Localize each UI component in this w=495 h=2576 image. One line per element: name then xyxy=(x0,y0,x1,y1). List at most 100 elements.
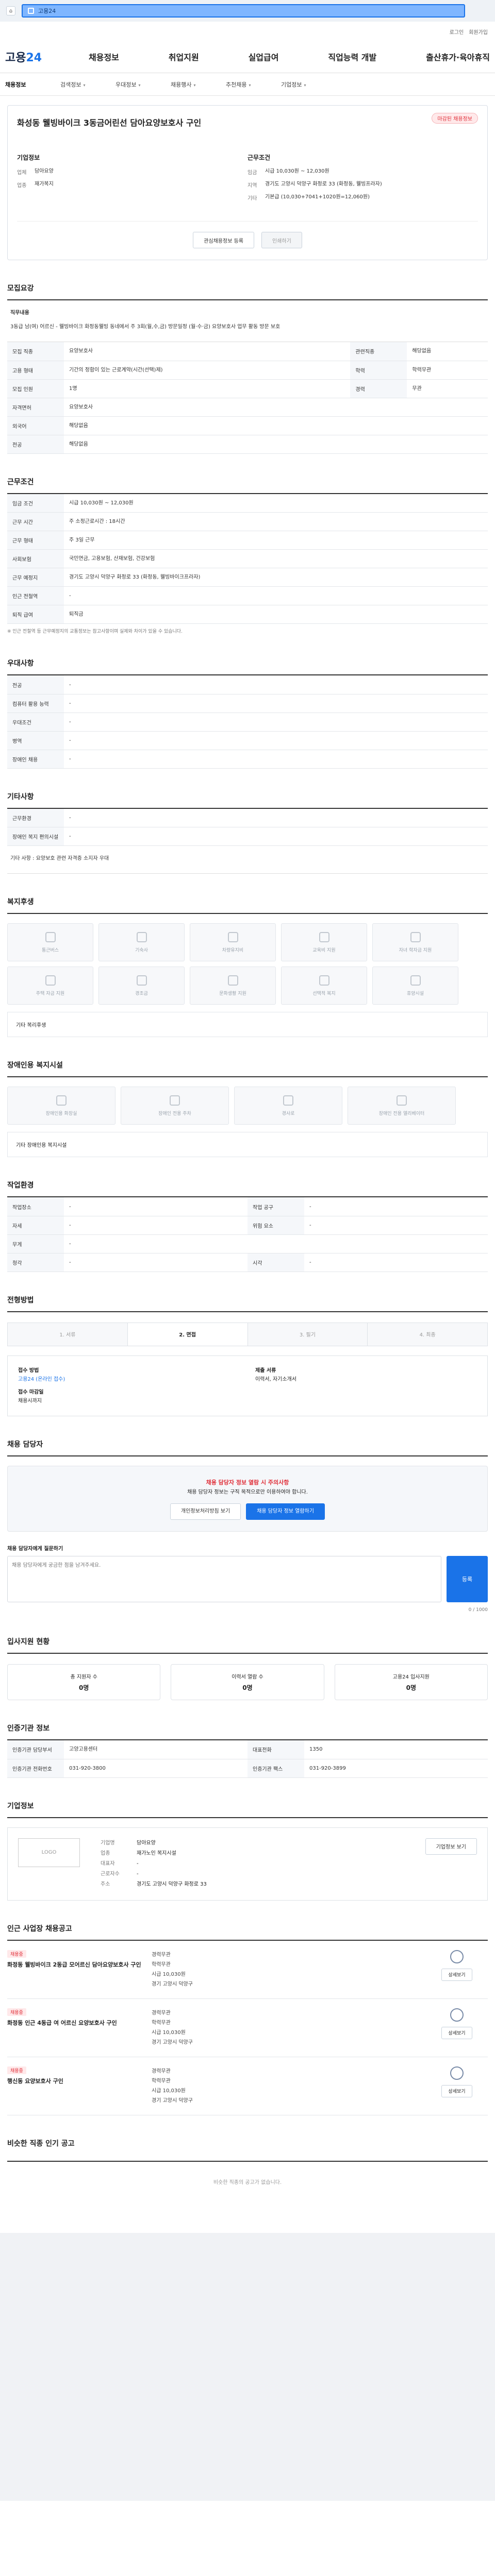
duty-text: 3동급 남(여) 어르신 - 웰빙바이크 화정동웰빙 동네에서 주 3회(월,수… xyxy=(10,324,280,330)
env-section: 작업환경 작업장소 - 작업 공구 - 자세 - 위험 요소 - 무게 - 청각 - 시각 - xyxy=(7,1180,488,1272)
other-text: 기타 사항 : 요양보호 관련 자격증 소지자 우대 xyxy=(7,846,488,874)
welfare-item: 휴양시설 xyxy=(372,967,458,1005)
gift-icon xyxy=(136,975,147,986)
square-icon xyxy=(28,8,34,14)
conditions-note: ※ 인근 전철역 등 근무예정지의 교통정보는 참고사항이며 실제와 차이가 있… xyxy=(7,629,183,634)
detail-button[interactable]: 상세보기 xyxy=(441,1968,472,1981)
others-section: 인근 사업장 채용공고 채용중 화정동 웰빙바이크 2동급 모어르신 담아요양보호… xyxy=(7,1923,488,2115)
detail-button[interactable]: 상세보기 xyxy=(441,2026,472,2039)
print-button[interactable]: 인쇄하기 xyxy=(261,232,302,248)
stat-card: 이력서 열람 수 0명 xyxy=(171,1664,324,1701)
facility-item: 장애인 전용 주차 xyxy=(121,1087,229,1125)
welfare-item: 주택 자금 지원 xyxy=(7,967,93,1005)
job-title: 화성동 웰빙바이크 3동금어린선 담아요양보호사 구인 xyxy=(17,118,202,128)
car-icon xyxy=(227,931,238,942)
welfare-item: 차량유지비 xyxy=(190,923,276,962)
other-table: 근무환경 - 장애인 복지 편의시설 - xyxy=(7,808,488,846)
list-item[interactable]: 채용중 화정동 인근 4동급 여 어르신 요양보호사 구인 경력무관 학력무관 시급 … xyxy=(7,1999,488,2057)
facility-grid: 장애인용 화장실 장애인 전용 주차 경사로 장애인 전용 엘리베이터 xyxy=(7,1087,488,1125)
util-links: 로그인 회원가입 xyxy=(450,28,488,36)
other-section: 기타사항 근무환경 - 장애인 복지 편의시설 - 기타 사항 : 요양보호 관련 … xyxy=(7,791,488,874)
site-logo[interactable]: 고용24 xyxy=(5,48,42,65)
register-button[interactable]: 등록 xyxy=(447,1555,488,1602)
status-badge: 마감된 채용정보 xyxy=(432,113,478,124)
dorm-icon xyxy=(136,931,147,942)
similar-section: 비슷한 직종 인기 공고 비슷한 직종의 공고가 없습니다. xyxy=(7,2138,488,2202)
nav-jobs[interactable]: 채용정보 xyxy=(89,50,119,63)
welfare-item: 문화생활 지원 xyxy=(190,967,276,1005)
home-icon[interactable]: ⌂ xyxy=(6,6,15,15)
subnav-item[interactable]: 추천채용 ▾ xyxy=(226,80,281,89)
facility-item: 장애인 전용 엘리베이터 xyxy=(348,1087,456,1125)
subnav-item[interactable]: 채용행사 ▾ xyxy=(171,80,226,89)
nav-training[interactable]: 직업능력 개발 xyxy=(328,50,376,63)
welfare-item: 기숙사 xyxy=(98,923,185,962)
subnav-item[interactable]: 기업정보 ▾ xyxy=(281,80,336,89)
school-icon xyxy=(410,931,421,942)
welfare-item: 선택적 복지 xyxy=(281,967,367,1005)
preference-section: 우대사항 전공 - 컴퓨터 활용 능력 - 우대조건 - 병역 - 장애인 채용 - xyxy=(7,658,488,769)
resort-icon xyxy=(410,975,421,986)
env-table: 작업장소 - 작업 공구 - 자세 - 위험 요소 - 무게 - 청각 - 시각 - xyxy=(7,1197,488,1272)
welfare-item: 교육비 지원 xyxy=(281,923,367,962)
detail-button[interactable]: 상세보기 xyxy=(441,2084,472,2097)
chevron-down-icon: ▾ xyxy=(304,82,306,88)
subnav-item[interactable]: 우대정보 ▾ xyxy=(116,80,171,89)
culture-icon xyxy=(227,975,238,986)
company-summary: 기업정보 업체 담아요양 업종 재가복지 xyxy=(17,154,54,189)
contact-section: 채용 담당자 채용 담당자 정보 열람 시 주의사항 채용 담당자 정보는 구직… xyxy=(7,1439,488,1614)
conditions-section: 근무조건 임금 조건 시급 10,030원 ~ 12,030원 근무 시간 주 소정… xyxy=(7,477,488,636)
agency-emblem-icon xyxy=(450,2066,464,2080)
list-item[interactable]: 채용중 행신동 요양보호사 구인 경력무관 학력무관 시급 10,030원 경기 고양시… xyxy=(7,2057,488,2115)
ramp-icon xyxy=(283,1095,293,1106)
section-title: 모집요강 xyxy=(7,283,488,300)
privacy-button[interactable]: 개인정보처리방침 보기 xyxy=(170,1503,241,1520)
welfare-section: 복지후생 통근버스 기숙사 차량유지비 교육비 지원 자녀 학자금 지원 주택 … xyxy=(7,896,488,1038)
subnav-item[interactable]: 채용정보 xyxy=(5,80,60,89)
toilet-icon xyxy=(56,1095,67,1106)
nav-leave[interactable]: 출산휴가·육아휴직 xyxy=(426,50,490,63)
step-item: 2. 면접 xyxy=(127,1323,248,1346)
book-icon xyxy=(319,931,329,942)
welfare-grid: 통근버스 기숙사 차량유지비 교육비 지원 자녀 학자금 지원 주택 자금 지원… xyxy=(7,923,488,1005)
elevator-icon xyxy=(397,1095,407,1106)
stats-section: 입사지원 현황 총 지원자 수 0명 이력서 열람 수 0명 고용24 입사지원 0명 xyxy=(7,1636,488,1701)
company-section: 기업정보 LOGO 기업명 담아요양 업종 재가노인 복지시설 대표자 - 근로자수 -… xyxy=(7,1801,488,1901)
process-steps: 1. 서류 2. 면접 3. 필기 4. 최종 xyxy=(7,1322,488,1346)
welfare-item: 경조금 xyxy=(98,967,185,1005)
search-bar[interactable]: 고용24 xyxy=(22,4,465,18)
scrap-button[interactable]: 관심채용정보 등록 xyxy=(193,232,254,248)
list-item[interactable]: 채용중 화정동 웰빙바이크 2동급 모어르신 담아요양보호사 구인 경력무관 학력무… xyxy=(7,1941,488,1999)
inquiry-input[interactable] xyxy=(7,1555,441,1602)
agency-emblem-icon xyxy=(450,1950,464,1963)
chevron-down-icon: ▾ xyxy=(249,82,251,88)
chevron-down-icon: ▾ xyxy=(83,82,86,88)
apply-info: 접수 방법 고용24 (온라인 접수) 접수 마감일 채용시까지 제출 서류 이… xyxy=(7,1355,488,1416)
view-contact-button[interactable]: 채용 담당자 정보 열람하기 xyxy=(246,1503,325,1520)
chevron-down-icon: ▾ xyxy=(138,82,141,88)
conditions-summary: 근무조건 임금 시급 10,030원 ~ 12,030원 지역 경기도 고양시 덕양… xyxy=(248,154,382,201)
disabled-other: 기타 장애인용 복지시설 xyxy=(7,1132,488,1158)
step-item: 4. 최종 xyxy=(368,1323,487,1346)
conditions-table: 임금 조건 시급 10,030원 ~ 12,030원 근무 시간 주 소정근로시간 … xyxy=(7,494,488,624)
recruit-section: 모집요강 직무내용 3동급 남(여) 어르신 - 웰빙바이크 화정동웰빙 동네에… xyxy=(7,283,488,454)
preference-table: 전공 - 컴퓨터 활용 능력 - 우대조건 - 병역 - 장애인 채용 - xyxy=(7,675,488,769)
agency-section: 인증기관 정보 인증기관 담당부서 고양고용센터 대표전화 1350 인증기관 전화번… xyxy=(7,1723,488,1778)
stat-card: 총 지원자 수 0명 xyxy=(7,1664,161,1701)
subnav-item[interactable]: 검색정보 ▾ xyxy=(60,80,116,89)
nav-benefit[interactable]: 실업급여 xyxy=(249,50,279,63)
chevron-down-icon: ▾ xyxy=(193,82,196,88)
signup-link[interactable]: 회원가입 xyxy=(469,28,488,36)
job-summary-card: 마감된 채용정보 화성동 웰빙바이크 3동금어린선 담아요양보호사 구인 기업정… xyxy=(7,105,488,260)
welfare-item: 통근버스 xyxy=(7,923,93,962)
empty-state: 비슷한 직종의 공고가 없습니다. xyxy=(7,2160,488,2202)
agency-emblem-icon xyxy=(450,2008,464,2022)
facility-item: 장애인용 화장실 xyxy=(7,1087,116,1125)
step-item: 3. 필기 xyxy=(248,1323,368,1346)
process-section: 전형방법 1. 서류 2. 면접 3. 필기 4. 최종 접수 방법 고용24 … xyxy=(7,1295,488,1416)
nav-support[interactable]: 취업지원 xyxy=(169,50,199,63)
house-icon xyxy=(45,975,56,986)
login-link[interactable]: 로그인 xyxy=(450,28,464,36)
company-info-button[interactable]: 기업정보 보기 xyxy=(425,1838,477,1855)
welfare-other: 기타 복리후생 xyxy=(7,1012,488,1038)
